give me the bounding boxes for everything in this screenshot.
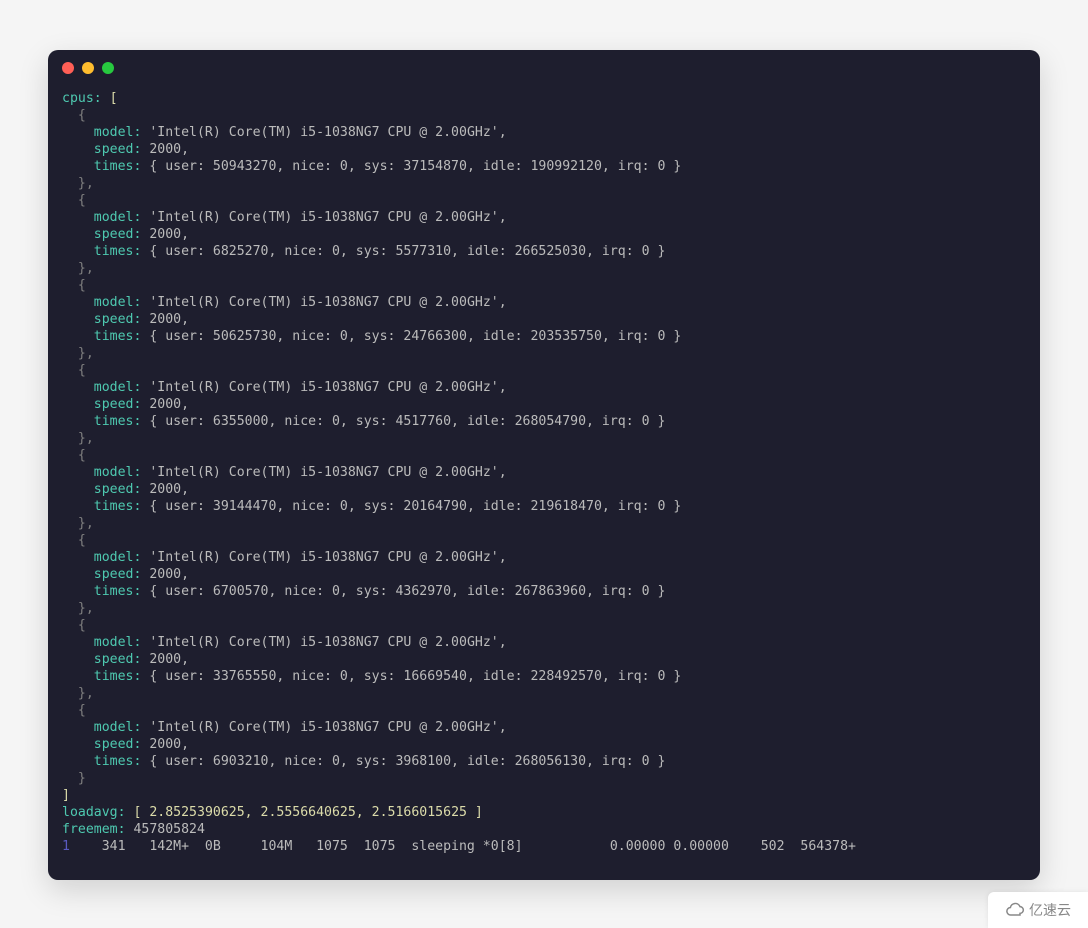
- watermark: 亿速云: [988, 892, 1088, 928]
- window-titlebar: [48, 50, 1040, 86]
- close-icon[interactable]: [62, 62, 74, 74]
- maximize-icon[interactable]: [102, 62, 114, 74]
- terminal-content: cpus: [ { model: 'Intel(R) Core(TM) i5-1…: [48, 86, 1040, 869]
- cloud-icon: [1005, 900, 1025, 920]
- minimize-icon[interactable]: [82, 62, 94, 74]
- terminal-window: cpus: [ { model: 'Intel(R) Core(TM) i5-1…: [48, 50, 1040, 880]
- watermark-text: 亿速云: [1029, 900, 1071, 920]
